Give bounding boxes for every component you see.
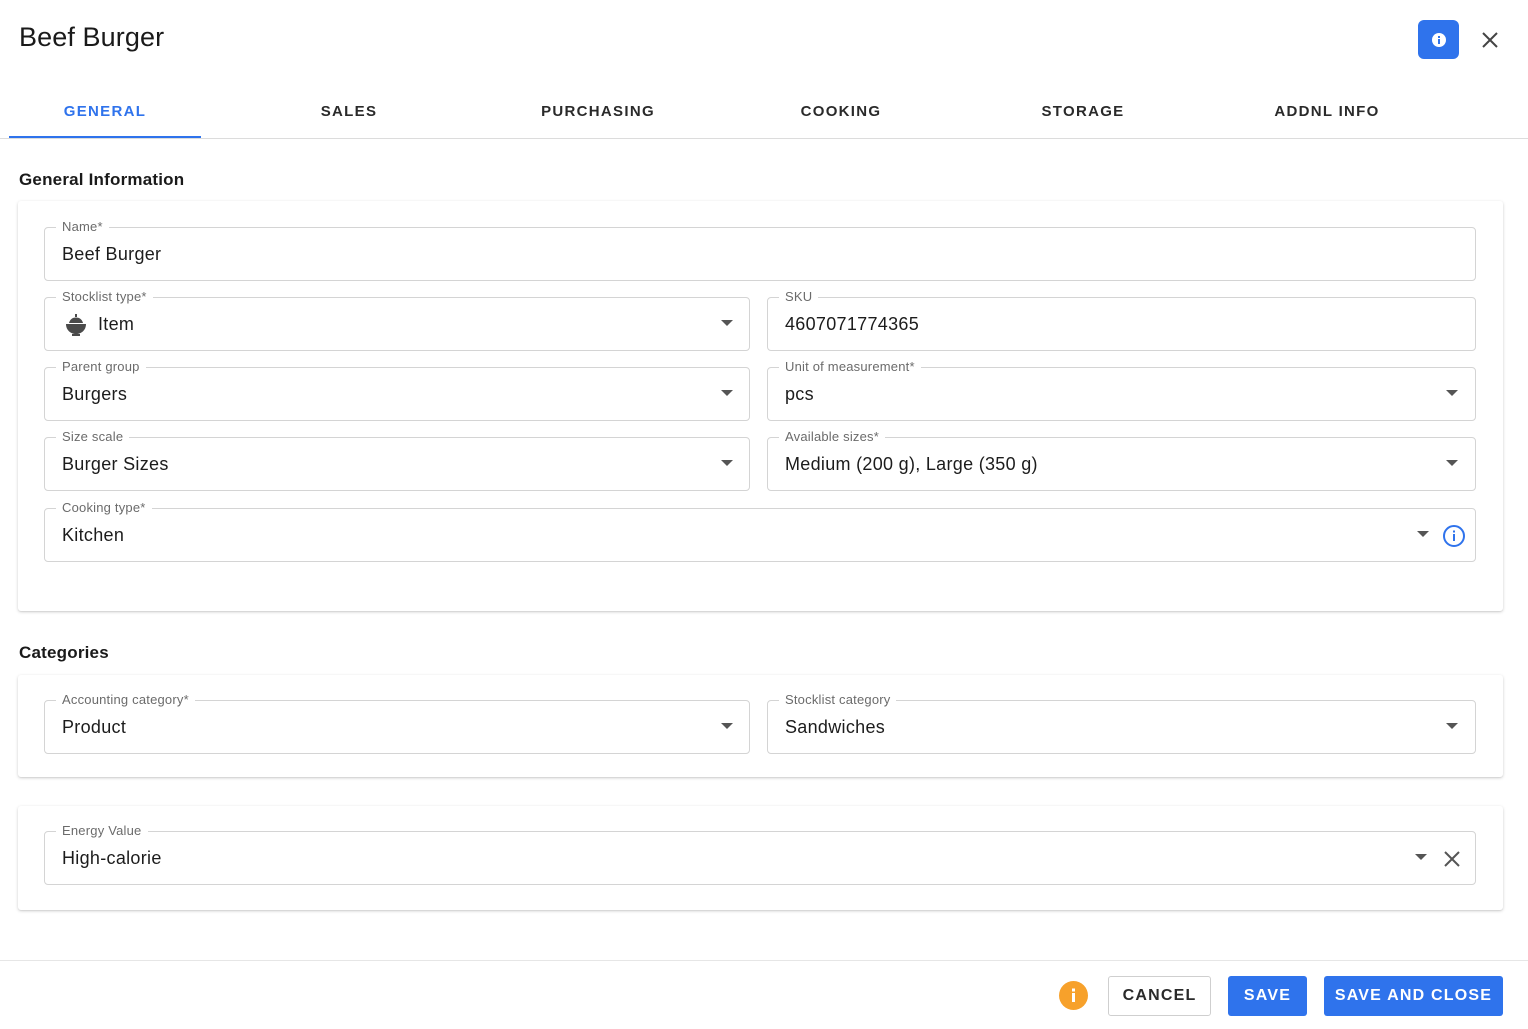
dialog-title: Beef Burger	[19, 22, 165, 52]
chevron-down-icon[interactable]	[721, 390, 733, 396]
tab-cooking[interactable]: COOKING	[745, 84, 937, 139]
general-section-title: General Information	[19, 170, 185, 189]
unit-select[interactable]: Unit of measurement* pcs	[767, 359, 1476, 421]
size-scale-label: Size scale	[56, 429, 130, 445]
clear-icon[interactable]	[1442, 849, 1462, 869]
sku-value: 4607071774365	[785, 314, 920, 334]
energy-value-value: High-calorie	[62, 848, 162, 868]
available-sizes-label: Available sizes*	[779, 429, 886, 445]
chevron-down-icon[interactable]	[721, 723, 733, 729]
info-circle-icon[interactable]	[1442, 524, 1466, 548]
tab-general[interactable]: GENERAL	[9, 84, 201, 139]
energy-card: Energy Value High-calorie	[18, 806, 1503, 910]
sku-field[interactable]: SKU 4607071774365	[767, 289, 1476, 351]
close-icon	[1482, 32, 1498, 48]
parent-group-value: Burgers	[62, 384, 128, 404]
stocklist-category-label: Stocklist category	[779, 692, 897, 708]
chevron-down-icon[interactable]	[1415, 854, 1427, 860]
cooking-type-value: Kitchen	[62, 525, 125, 545]
name-value: Beef Burger	[62, 244, 162, 264]
size-scale-select[interactable]: Size scale Burger Sizes	[44, 429, 750, 491]
tab-bar: GENERAL SALES PURCHASING COOKING STORAGE…	[0, 84, 1528, 139]
energy-value-select[interactable]: Energy Value High-calorie	[44, 823, 1476, 885]
chevron-down-icon[interactable]	[1446, 460, 1458, 466]
tab-addnl-info[interactable]: ADDNL INFO	[1231, 84, 1423, 139]
close-button[interactable]	[1477, 27, 1503, 53]
save-and-close-button[interactable]: SAVE AND CLOSE	[1324, 976, 1503, 1016]
name-label: Name*	[56, 219, 109, 235]
unit-value: pcs	[785, 384, 814, 404]
stocklist-type-select[interactable]: Stocklist type* Item	[44, 289, 750, 351]
stocklist-category-select[interactable]: Stocklist category Sandwiches	[767, 692, 1476, 754]
available-sizes-value: Medium (200 g), Large (350 g)	[785, 454, 1038, 474]
save-button[interactable]: SAVE	[1228, 976, 1307, 1016]
stocklist-type-label: Stocklist type*	[56, 289, 153, 305]
general-card: Name* Beef Burger Stocklist type* Item S…	[18, 201, 1503, 611]
accounting-category-value: Product	[62, 717, 127, 737]
categories-section-title: Categories	[19, 643, 109, 662]
accounting-category-label: Accounting category*	[56, 692, 195, 708]
cooking-type-label: Cooking type*	[56, 500, 152, 516]
stocklist-category-value: Sandwiches	[785, 717, 886, 737]
name-field[interactable]: Name* Beef Burger	[44, 219, 1476, 281]
bowl-icon	[66, 314, 86, 336]
unit-label: Unit of measurement*	[779, 359, 921, 375]
available-sizes-select[interactable]: Available sizes* Medium (200 g), Large (…	[767, 429, 1476, 491]
categories-card: Accounting category* Product Stocklist c…	[18, 675, 1503, 777]
chevron-down-icon[interactable]	[1417, 531, 1429, 537]
parent-group-label: Parent group	[56, 359, 146, 375]
active-tab-indicator	[9, 136, 201, 138]
cancel-button[interactable]: CANCEL	[1108, 976, 1211, 1016]
tab-sales[interactable]: SALES	[253, 84, 445, 139]
energy-value-label: Energy Value	[56, 823, 148, 839]
cooking-type-select[interactable]: Cooking type* Kitchen	[44, 500, 1476, 562]
info-icon	[1431, 32, 1446, 47]
size-scale-value: Burger Sizes	[62, 454, 169, 474]
dialog-header: Beef Burger	[0, 0, 1528, 80]
parent-group-select[interactable]: Parent group Burgers	[44, 359, 750, 421]
info-button[interactable]	[1418, 20, 1459, 59]
chevron-down-icon[interactable]	[721, 320, 733, 326]
exclamation-icon	[1072, 988, 1075, 1002]
sku-label: SKU	[779, 289, 819, 305]
tab-purchasing[interactable]: PURCHASING	[502, 84, 694, 139]
chevron-down-icon[interactable]	[1446, 390, 1458, 396]
tab-storage[interactable]: STORAGE	[987, 84, 1179, 139]
stocklist-type-value: Item	[98, 314, 135, 334]
chevron-down-icon[interactable]	[1446, 723, 1458, 729]
accounting-category-select[interactable]: Accounting category* Product	[44, 692, 750, 754]
warning-icon[interactable]	[1059, 981, 1088, 1010]
chevron-down-icon[interactable]	[721, 460, 733, 466]
